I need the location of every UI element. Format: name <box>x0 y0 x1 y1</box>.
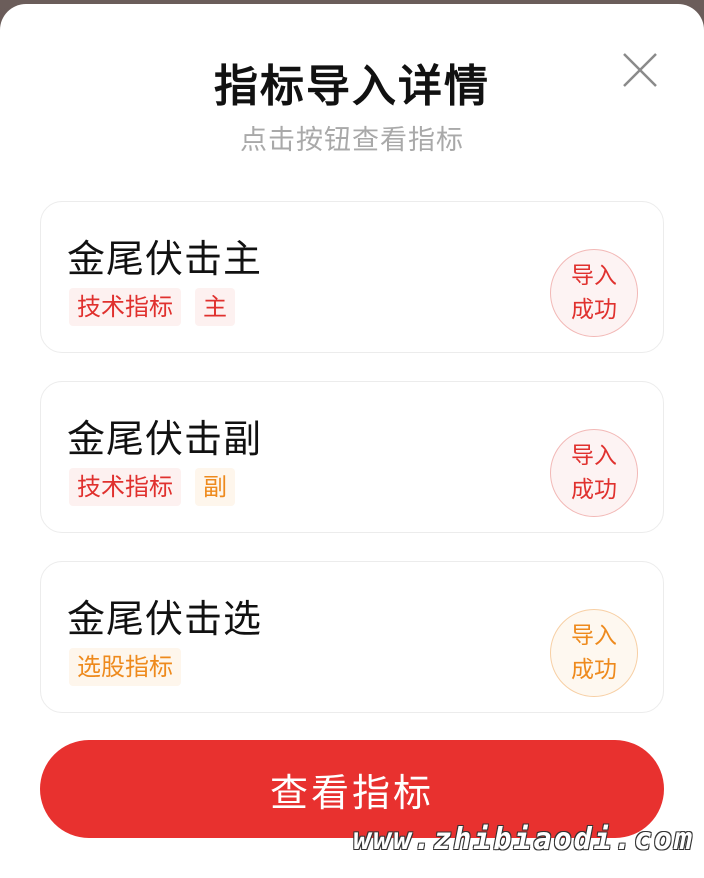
tag-position: 副 <box>195 468 235 506</box>
indicator-card-main[interactable]: 金尾伏击主 技术指标 主 导入 成功 <box>40 201 664 353</box>
tag-list: 技术指标 副 <box>69 468 235 506</box>
dialog-title: 指标导入详情 <box>214 61 490 112</box>
tag-type: 选股指标 <box>69 648 181 686</box>
tag-list: 选股指标 <box>69 648 181 686</box>
indicator-card-sub[interactable]: 金尾伏击副 技术指标 副 导入 成功 <box>40 381 664 533</box>
import-details-dialog: 指标导入详情 点击按钮查看指标 金尾伏击主 技术指标 主 导入 成功 金尾伏击副… <box>0 4 704 878</box>
stamp-line-2: 成功 <box>571 657 617 683</box>
indicator-name: 金尾伏击主 <box>67 237 263 281</box>
import-success-stamp: 导入 成功 <box>550 609 638 697</box>
import-success-stamp: 导入 成功 <box>550 249 638 337</box>
stamp-line-2: 成功 <box>571 297 617 323</box>
tag-type: 技术指标 <box>69 468 181 506</box>
import-success-stamp: 导入 成功 <box>550 429 638 517</box>
stamp-line-2: 成功 <box>571 477 617 503</box>
indicator-card-select[interactable]: 金尾伏击选 选股指标 导入 成功 <box>40 561 664 713</box>
close-icon[interactable] <box>616 46 664 94</box>
site-watermark: www.zhibiaodi.com <box>352 822 694 857</box>
indicator-name: 金尾伏击副 <box>67 417 263 461</box>
tag-list: 技术指标 主 <box>69 288 235 326</box>
stamp-line-1: 导入 <box>571 443 617 469</box>
stamp-line-1: 导入 <box>571 623 617 649</box>
indicator-name: 金尾伏击选 <box>67 597 263 641</box>
tag-position: 主 <box>195 288 235 326</box>
dialog-subtitle: 点击按钮查看指标 <box>240 125 464 156</box>
stamp-line-1: 导入 <box>571 263 617 289</box>
tag-type: 技术指标 <box>69 288 181 326</box>
